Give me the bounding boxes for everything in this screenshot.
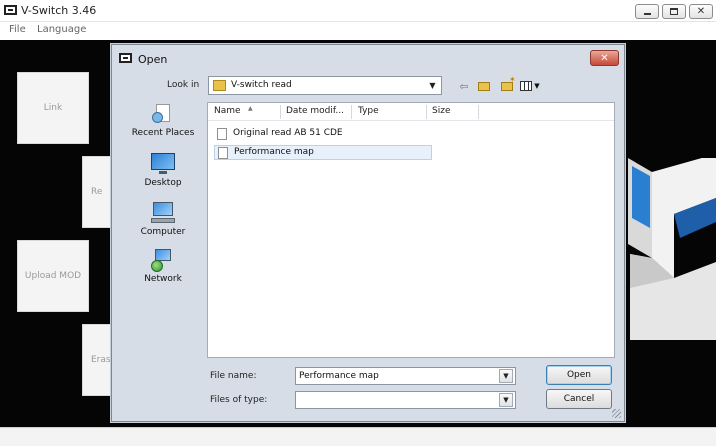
place-computer[interactable]: Computer — [123, 201, 203, 245]
column-date-modified[interactable]: Date modif... — [286, 106, 344, 116]
up-one-level-button[interactable] — [476, 78, 492, 94]
open-button[interactable]: Open — [546, 365, 612, 385]
file-row[interactable]: Original read AB 51 CDE — [214, 127, 432, 142]
file-list[interactable]: Name ▲ Date modif... Type Size Original r… — [207, 102, 615, 358]
view-menu-button[interactable]: ▼ — [517, 78, 543, 94]
app-title-bar: V-Switch 3.46 ✕ — [0, 0, 716, 22]
desktop-icon — [150, 152, 176, 176]
recent-places-icon — [150, 102, 176, 126]
file-icon — [218, 147, 228, 159]
open-dialog: Open ✕ Look in V-switch read ▼ ⇦ ▼ Recen… — [111, 44, 625, 422]
file-name-dropdown[interactable]: ▼ — [499, 369, 513, 383]
minimize-icon — [643, 13, 651, 15]
menu-file[interactable]: File — [9, 24, 26, 35]
dialog-title: Open — [138, 53, 168, 66]
place-network[interactable]: Network — [123, 248, 203, 292]
look-in-value: V-switch read — [231, 80, 292, 90]
new-folder-icon — [501, 75, 516, 91]
file-row-selected[interactable]: Performance map — [214, 145, 432, 160]
column-headers: Name ▲ Date modif... Type Size — [208, 103, 614, 121]
maximize-button[interactable] — [662, 4, 686, 19]
view-grid-icon — [520, 81, 533, 91]
network-icon — [150, 248, 176, 272]
place-recent-places[interactable]: Recent Places — [123, 102, 203, 146]
sort-arrow-icon: ▲ — [248, 105, 253, 112]
link-button[interactable]: Link — [17, 72, 89, 144]
column-size[interactable]: Size — [432, 106, 450, 116]
app-window-icon — [4, 5, 17, 15]
cancel-button[interactable]: Cancel — [546, 389, 612, 409]
dialog-window-icon — [119, 53, 132, 63]
menu-bar: File Language — [0, 22, 716, 39]
column-type[interactable]: Type — [358, 106, 379, 116]
new-folder-button[interactable] — [499, 75, 516, 94]
close-icon: ✕ — [696, 5, 706, 17]
status-bar — [0, 427, 716, 446]
file-name-field[interactable] — [295, 367, 516, 385]
maximize-icon — [670, 8, 678, 15]
folder-icon — [213, 80, 226, 91]
place-label: Recent Places — [131, 128, 195, 138]
place-label: Network — [144, 274, 182, 284]
file-name: Original read AB 51 CDE — [233, 128, 343, 138]
chevron-down-icon[interactable]: ▼ — [426, 79, 439, 92]
place-desktop[interactable]: Desktop — [123, 152, 203, 196]
file-name: Performance map — [234, 147, 314, 157]
resize-grip[interactable] — [612, 409, 621, 418]
chevron-down-icon: ▼ — [503, 396, 509, 404]
close-icon: ✕ — [600, 52, 609, 64]
minimize-button[interactable] — [635, 4, 659, 19]
file-type-label: Files of type: — [210, 395, 268, 405]
chevron-down-icon: ▼ — [534, 82, 540, 90]
place-label: Computer — [140, 227, 186, 237]
upload-mod-button[interactable]: Upload MOD — [17, 240, 89, 312]
look-in-label: Look in — [167, 80, 200, 90]
chevron-down-icon: ▼ — [503, 372, 509, 380]
back-button[interactable]: ⇦ — [456, 78, 472, 94]
back-arrow-icon: ⇦ — [459, 79, 469, 93]
app-title: V-Switch 3.46 — [21, 4, 97, 17]
dialog-title-bar: Open ✕ — [112, 45, 624, 73]
up-folder-icon — [478, 81, 490, 91]
places-bar: Recent Places Desktop Computer Network — [123, 102, 203, 362]
computer-icon — [150, 201, 176, 225]
file-type-dropdown[interactable]: ▼ — [499, 393, 513, 407]
column-name[interactable]: Name ▲ — [214, 105, 253, 116]
place-label: Desktop — [144, 178, 182, 188]
menu-language[interactable]: Language — [37, 24, 86, 35]
window-close-button[interactable]: ✕ — [689, 4, 713, 19]
file-type-select[interactable] — [295, 391, 516, 409]
file-icon — [217, 128, 227, 140]
look-in-combo[interactable]: V-switch read ▼ — [208, 76, 442, 95]
dialog-close-button[interactable]: ✕ — [590, 50, 619, 66]
file-name-label: File name: — [210, 371, 257, 381]
device-graphic — [628, 158, 716, 340]
